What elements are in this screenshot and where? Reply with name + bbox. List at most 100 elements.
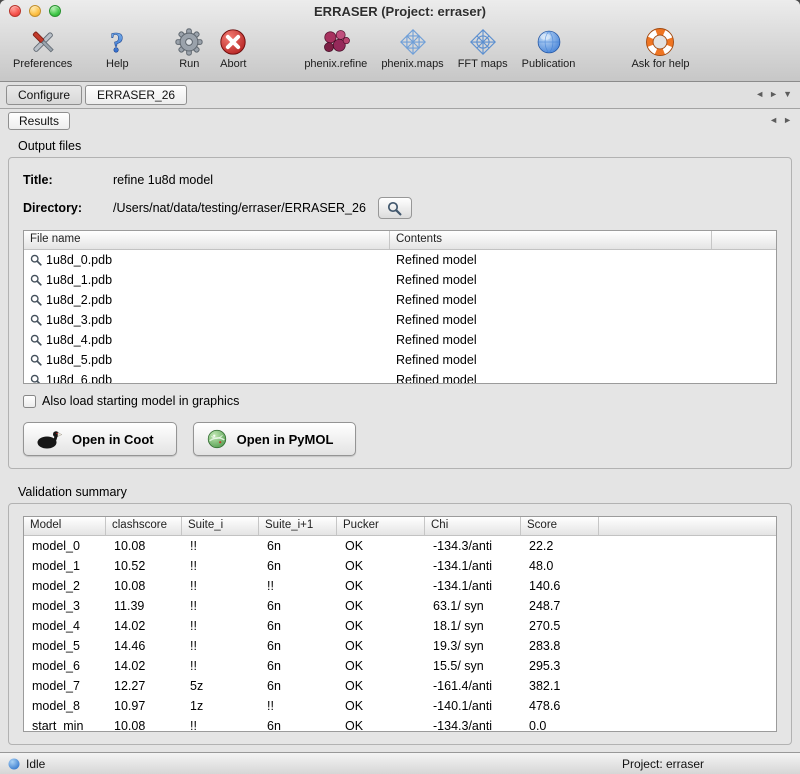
tab-scroll-controls: ◄ ► ▼ [755, 87, 792, 101]
column-header-contents[interactable]: Contents [390, 231, 712, 249]
open-in-coot-button[interactable]: Open in Coot [23, 422, 177, 456]
tab-results[interactable]: Results [8, 112, 70, 130]
model-cell: model_8 [24, 699, 106, 713]
column-header-empty [712, 231, 776, 249]
magnifier-icon [30, 314, 42, 326]
pucker-cell: OK [337, 619, 425, 633]
button-label: Open in PyMOL [237, 432, 334, 447]
pucker-cell: OK [337, 719, 425, 732]
toolbar-label: Preferences [13, 58, 72, 70]
subtab-scroll-right-icon[interactable]: ► [783, 113, 792, 127]
browse-directory-button[interactable] [378, 197, 412, 219]
model-cell: model_5 [24, 639, 106, 653]
toolbar-preferences[interactable]: Preferences [6, 24, 79, 71]
run-gear-icon [174, 25, 204, 58]
file-row[interactable]: 1u8d_2.pdb Refined model [24, 290, 776, 310]
column-header-score[interactable]: Score [521, 517, 599, 535]
open-in-pymol-button[interactable]: Open in PyMOL [193, 422, 357, 456]
column-header-model[interactable]: Model [24, 517, 106, 535]
file-row[interactable]: 1u8d_4.pdb Refined model [24, 330, 776, 350]
minimize-button[interactable] [29, 5, 41, 17]
tab-erraser-26[interactable]: ERRASER_26 [85, 85, 187, 105]
tab-list-icon[interactable]: ▼ [783, 87, 792, 101]
suite-i1-cell: !! [259, 579, 337, 593]
model-cell: model_6 [24, 659, 106, 673]
validation-row[interactable]: model_3 11.39 !! 6n OK 63.1/ syn 248.7 [24, 596, 776, 616]
validation-row[interactable]: model_2 10.08 !! !! OK -134.1/anti 140.6 [24, 576, 776, 596]
file-name: 1u8d_1.pdb [46, 273, 112, 287]
file-name: 1u8d_2.pdb [46, 293, 112, 307]
score-cell: 140.6 [521, 579, 599, 593]
suite-i1-cell: 6n [259, 599, 337, 613]
validation-row[interactable]: model_5 14.46 !! 6n OK 19.3/ syn 283.8 [24, 636, 776, 656]
file-name: 1u8d_5.pdb [46, 353, 112, 367]
load-starting-model-checkbox[interactable] [23, 395, 36, 408]
file-row[interactable]: 1u8d_6.pdb Refined model [24, 370, 776, 384]
validation-row[interactable]: model_0 10.08 !! 6n OK -134.3/anti 22.2 [24, 536, 776, 556]
tab-scroll-right-icon[interactable]: ► [769, 87, 778, 101]
button-label: Open in Coot [72, 432, 154, 447]
validation-table: Model clashscore Suite_i Suite_i+1 Pucke… [23, 516, 777, 732]
table-header: Model clashscore Suite_i Suite_i+1 Pucke… [24, 517, 776, 536]
suite-i1-cell: 6n [259, 539, 337, 553]
magnifier-icon [30, 274, 42, 286]
toolbar-label: Publication [522, 58, 576, 70]
toolbar-publication[interactable]: Publication [515, 24, 583, 71]
validation-row[interactable]: start_min 10.08 !! 6n OK -134.3/anti 0.0 [24, 716, 776, 732]
column-header-pucker[interactable]: Pucker [337, 517, 425, 535]
column-header-suite-i1[interactable]: Suite_i+1 [259, 517, 337, 535]
column-header-suite-i[interactable]: Suite_i [182, 517, 259, 535]
toolbar-phenix-refine[interactable]: phenix.refine [297, 24, 374, 71]
titlebar[interactable]: ERRASER (Project: erraser) [0, 0, 800, 22]
window-controls [9, 5, 61, 17]
subtab-scroll-left-icon[interactable]: ◄ [769, 113, 778, 127]
file-row[interactable]: 1u8d_3.pdb Refined model [24, 310, 776, 330]
clashscore-cell: 10.08 [106, 719, 182, 732]
tab-configure[interactable]: Configure [6, 85, 82, 105]
score-cell: 0.0 [521, 719, 599, 732]
contents-cell: Refined model [390, 353, 712, 367]
column-header-file-name[interactable]: File name [24, 231, 390, 249]
column-header-chi[interactable]: Chi [425, 517, 521, 535]
load-starting-model-row: Also load starting model in graphics [23, 392, 777, 410]
pucker-cell: OK [337, 579, 425, 593]
pucker-cell: OK [337, 679, 425, 693]
file-name-cell: 1u8d_2.pdb [24, 293, 390, 307]
chi-cell: -134.3/anti [425, 539, 521, 553]
validation-row[interactable]: model_8 10.97 1z !! OK -140.1/anti 478.6 [24, 696, 776, 716]
suite-i-cell: !! [182, 659, 259, 673]
toolbar-run[interactable]: Run [167, 24, 211, 71]
toolbar-fft-maps[interactable]: FFT maps [451, 24, 515, 71]
toolbar-ask-for-help[interactable]: Ask for help [624, 24, 696, 71]
validation-frame: Model clashscore Suite_i Suite_i+1 Pucke… [8, 503, 792, 745]
validation-row[interactable]: model_4 14.02 !! 6n OK 18.1/ syn 270.5 [24, 616, 776, 636]
clashscore-cell: 11.39 [106, 599, 182, 613]
publication-globe-icon [535, 25, 563, 58]
score-cell: 248.7 [521, 599, 599, 613]
validation-row[interactable]: model_6 14.02 !! 6n OK 15.5/ syn 295.3 [24, 656, 776, 676]
suite-i-cell: !! [182, 579, 259, 593]
file-name-cell: 1u8d_0.pdb [24, 253, 390, 267]
model-cell: model_1 [24, 559, 106, 573]
toolbar-help[interactable]: ? Help [95, 24, 139, 71]
toolbar-abort[interactable]: Abort [211, 24, 255, 71]
close-button[interactable] [9, 5, 21, 17]
toolbar-label: phenix.refine [304, 58, 367, 70]
file-row[interactable]: 1u8d_0.pdb Refined model [24, 250, 776, 270]
toolbar-phenix-maps[interactable]: phenix.maps [374, 24, 450, 71]
file-row[interactable]: 1u8d_5.pdb Refined model [24, 350, 776, 370]
toolbar-label: Run [179, 58, 199, 70]
validation-row[interactable]: model_7 12.27 5z 6n OK -161.4/anti 382.1 [24, 676, 776, 696]
validation-row[interactable]: model_1 10.52 !! 6n OK -134.1/anti 48.0 [24, 556, 776, 576]
chi-cell: -134.1/anti [425, 579, 521, 593]
zoom-button[interactable] [49, 5, 61, 17]
table-header: File name Contents [24, 231, 776, 250]
window-title: ERRASER (Project: erraser) [314, 4, 486, 19]
model-cell: model_4 [24, 619, 106, 633]
magnifier-icon [30, 294, 42, 306]
column-header-clashscore[interactable]: clashscore [106, 517, 182, 535]
file-row[interactable]: 1u8d_1.pdb Refined model [24, 270, 776, 290]
tab-scroll-left-icon[interactable]: ◄ [755, 87, 764, 101]
score-cell: 283.8 [521, 639, 599, 653]
score-cell: 478.6 [521, 699, 599, 713]
